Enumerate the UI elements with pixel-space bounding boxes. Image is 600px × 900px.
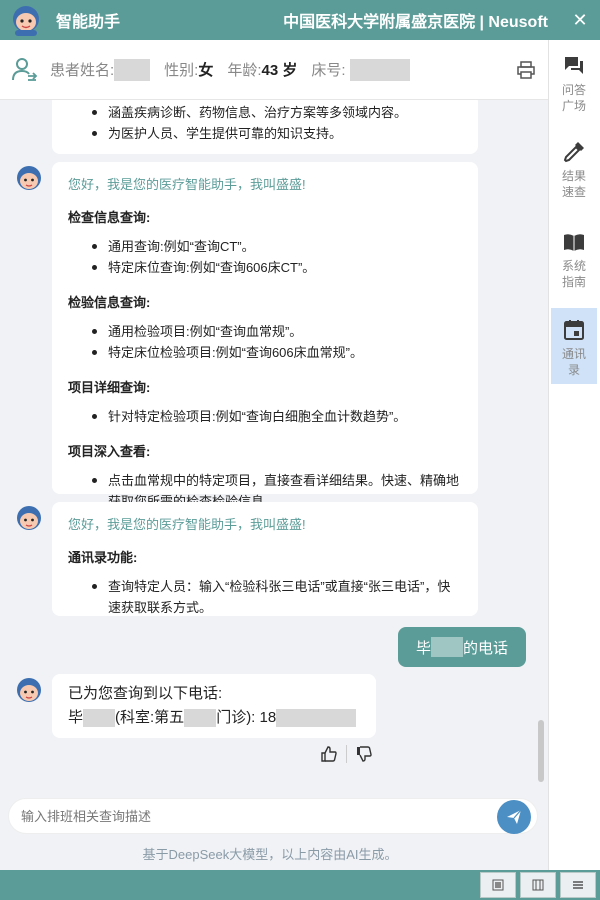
ai-disclaimer: 基于DeepSeek大模型，以上内容由AI生成。 xyxy=(142,847,398,862)
guide-item: 特定床位查询:例如“查询606床CT”。 xyxy=(92,257,462,278)
assistant-message-reply: 已为您查询到以下电话: 毕 (科室:第五 门诊): 18 xyxy=(52,674,376,738)
patient-info-bar: 患者姓名: 性别: 女 年龄: 43 岁 床号: xyxy=(0,40,548,100)
close-button[interactable]: ✕ xyxy=(566,10,594,31)
section-title: 通讯录功能: xyxy=(68,550,138,565)
sidebar-item-result-lookup[interactable]: 结果速查 xyxy=(551,130,597,206)
reply-line: 已为您查询到以下电话: xyxy=(68,685,223,702)
columns-icon xyxy=(532,879,544,891)
user-query-prefix: 毕 xyxy=(415,639,431,657)
sidebar-item-label: 结果速查 xyxy=(561,169,586,199)
contacts-item: 查询特定人员：输入“检验科张三电话”或直接“张三电话”，快速获取联系方式。 xyxy=(92,576,462,618)
send-icon xyxy=(507,809,522,824)
guide-item: 针对特定检验项目:例如“查询白细胞全血计数趋势”。 xyxy=(92,406,462,427)
assistant-logo-icon xyxy=(6,0,46,40)
bed-label: 床号: xyxy=(311,62,346,79)
assistant-message-guide: 您好，我是您的医疗智能助手，我叫盛盛! 检查信息查询: 通用查询:例如“查询CT… xyxy=(52,162,478,509)
right-sidebar: 问答广场 结果速查 系统指南 通讯录 xyxy=(548,40,600,870)
list-icon xyxy=(573,881,583,889)
title-bar: 智能助手 中国医科大学附属盛京医院 | Neusoft ✕ xyxy=(0,0,600,40)
chat-scrollbar[interactable] xyxy=(538,720,544,782)
assistant-avatar-icon xyxy=(17,166,41,190)
section-title: 项目详细查询: xyxy=(68,380,151,395)
patient-switch-icon[interactable] xyxy=(10,56,38,84)
sidebar-item-system-guide[interactable]: 系统指南 xyxy=(551,220,597,296)
dropper-icon xyxy=(563,142,584,163)
calendar-icon xyxy=(564,320,584,340)
user-message: 毕 的电话 xyxy=(398,627,526,667)
assistant-message-contacts: 您好，我是您的医疗智能助手，我叫盛盛! 通讯录功能: 查询特定人员：输入“检验科… xyxy=(52,502,478,616)
gender-value: 女 xyxy=(198,62,214,79)
app-title: 智能助手 xyxy=(56,14,121,31)
send-button[interactable] xyxy=(497,800,531,834)
guide-item: 通用检验项目:例如“查询血常规”。 xyxy=(92,321,462,342)
bottom-status-bar xyxy=(0,870,600,900)
thumbs-up-icon[interactable] xyxy=(320,745,338,763)
book-icon xyxy=(564,234,584,251)
feedback-bar xyxy=(320,745,373,763)
printer-icon[interactable] xyxy=(516,60,536,80)
intro-item: 为医护人员、学生提供可靠的知识支持。 xyxy=(92,123,462,144)
thumbs-down-icon[interactable] xyxy=(355,745,373,763)
grid-icon xyxy=(492,879,504,891)
sidebar-item-label: 系统指南 xyxy=(561,259,586,289)
section-title: 检验信息查询: xyxy=(68,295,151,310)
user-query-suffix: 的电话 xyxy=(463,639,509,657)
list-view-button[interactable] xyxy=(560,872,596,898)
assistant-greeting: 您好，我是您的医疗智能助手，我叫盛盛! xyxy=(68,177,306,192)
section-title: 项目深入查看: xyxy=(68,444,151,459)
assistant-greeting: 您好，我是您的医疗智能助手，我叫盛盛! xyxy=(68,517,306,532)
grid-view-button[interactable] xyxy=(480,872,516,898)
guide-item: 特定床位检验项目:例如“查询606床血常规”。 xyxy=(92,342,462,363)
reply-phone-line: 毕 (科室:第五 门诊): 18 xyxy=(68,706,360,730)
query-input[interactable] xyxy=(9,799,479,833)
column-view-button[interactable] xyxy=(520,872,556,898)
reply-name: 毕 xyxy=(68,709,84,726)
reply-dept-redacted xyxy=(184,709,217,728)
chat-icon xyxy=(565,57,583,74)
reply-name-redacted xyxy=(83,709,116,728)
bed-number-redacted xyxy=(349,58,410,81)
intro-item: 涵盖疾病诊断、药物信息、治疗方案等多领域内容。 xyxy=(92,102,462,123)
assistant-avatar-icon xyxy=(17,678,41,702)
assistant-message-intro: 涵盖疾病诊断、药物信息、治疗方案等多领域内容。 为医护人员、学生提供可靠的知识支… xyxy=(52,100,478,154)
sidebar-item-label: 问答广场 xyxy=(561,83,586,113)
sidebar-item-label: 通讯录 xyxy=(561,347,586,377)
sidebar-item-contacts[interactable]: 通讯录 xyxy=(551,308,597,384)
patient-name-label: 患者姓名: xyxy=(50,62,115,79)
hospital-name: 中国医科大学附属盛京医院 | Neusoft xyxy=(283,14,548,31)
user-query-redacted xyxy=(431,637,463,657)
sidebar-item-qa-square[interactable]: 问答广场 xyxy=(551,44,597,120)
gender-label: 性别: xyxy=(164,62,199,79)
guide-item: 通用查询:例如“查询CT”。 xyxy=(92,236,462,257)
age-value: 43 岁 xyxy=(261,62,298,79)
patient-name-redacted xyxy=(114,58,151,81)
reply-phone-redacted xyxy=(276,709,357,728)
reply-phone: 门诊): 18 xyxy=(216,709,277,726)
chat-area[interactable]: 涵盖疾病诊断、药物信息、治疗方案等多领域内容。 为医护人员、学生提供可靠的知识支… xyxy=(0,100,548,788)
reply-dept: (科室:第五 xyxy=(115,709,185,726)
age-label: 年龄: xyxy=(227,62,262,79)
assistant-avatar-icon xyxy=(17,506,41,530)
query-input-box xyxy=(8,798,538,834)
section-title: 检查信息查询: xyxy=(68,210,151,225)
